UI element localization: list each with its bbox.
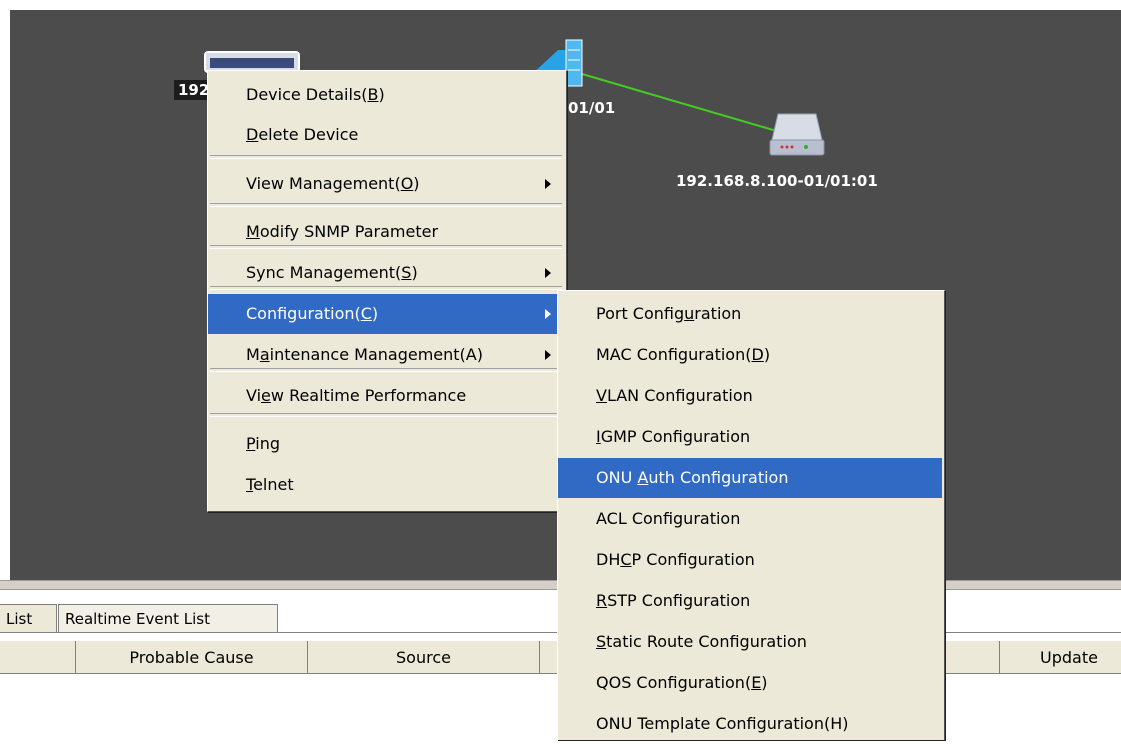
menu-item-label: Telnet — [246, 475, 294, 494]
device-label-onu: 192.168.8.100-01/01:01 — [676, 172, 878, 190]
menu-item-label: Device Details(B) — [246, 85, 385, 104]
submenu-item-igmp-configuration[interactable]: IGMP Configuration — [558, 417, 942, 457]
menu-separator — [210, 368, 562, 372]
column-header-source[interactable]: Source — [308, 641, 540, 674]
submenu-arrow-icon — [545, 350, 551, 360]
menu-item-telnet[interactable]: Telnet — [208, 465, 564, 505]
menu-item-label: DHCP Configuration — [596, 550, 755, 569]
tab-list[interactable]: List — [0, 604, 57, 632]
menu-item-label: Sync Management(S) — [246, 263, 418, 282]
menu-item-label: Static Route Configuration — [596, 632, 807, 651]
device-context-menu: Device Details(B) Delete Device View Manag… — [207, 70, 567, 512]
column-header[interactable] — [0, 641, 76, 674]
menu-separator — [210, 286, 562, 290]
menu-item-label: QOS Configuration(E) — [596, 673, 768, 692]
menu-item-label: ONU Auth Configuration — [596, 468, 789, 487]
menu-item-label: VLAN Configuration — [596, 386, 753, 405]
submenu-arrow-icon — [545, 268, 551, 278]
menu-item-label: Maintenance Management(A) — [246, 345, 483, 364]
menu-item-label: Ping — [246, 434, 281, 453]
submenu-item-onu-auth-configuration[interactable]: ONU Auth Configuration — [558, 458, 942, 498]
menu-item-label: View Realtime Performance — [246, 386, 467, 405]
menu-item-configuration[interactable]: Configuration(C) — [208, 294, 564, 334]
menu-item-label: Modify SNMP Parameter — [246, 222, 439, 241]
menu-item-label: Port Configuration — [596, 304, 742, 323]
menu-item-label: View Management(O) — [246, 174, 420, 193]
submenu-arrow-icon — [545, 179, 551, 189]
submenu-item-vlan-configuration[interactable]: VLAN Configuration — [558, 376, 942, 416]
column-header-update[interactable]: Update — [1000, 641, 1121, 674]
submenu-item-port-configuration[interactable]: Port Configuration — [558, 294, 942, 334]
menu-item-view-management[interactable]: View Management(O) — [208, 164, 564, 204]
menu-separator — [210, 203, 562, 207]
submenu-item-mac-configuration[interactable]: MAC Configuration(D) — [558, 335, 942, 375]
configuration-submenu: Port Configuration MAC Configuration(D) VL… — [557, 290, 945, 740]
menu-item-label: Delete Device — [246, 125, 359, 144]
submenu-item-dhcp-configuration[interactable]: DHCP Configuration — [558, 540, 942, 580]
menu-item-label: ONU Template Configuration(H) — [596, 714, 849, 733]
menu-separator — [210, 413, 562, 417]
tab-realtime-event-list[interactable]: Realtime Event List — [58, 604, 278, 632]
submenu-item-acl-configuration[interactable]: ACL Configuration — [558, 499, 942, 539]
menu-item-view-realtime-performance[interactable]: View Realtime Performance — [208, 376, 564, 416]
menu-item-label: ACL Configuration — [596, 509, 741, 528]
menu-item-label: IGMP Configuration — [596, 427, 751, 446]
menu-item-label: Configuration(C) — [246, 304, 379, 323]
submenu-item-static-route-configuration[interactable]: Static Route Configuration — [558, 622, 942, 662]
submenu-item-rstp-configuration[interactable]: RSTP Configuration — [558, 581, 942, 621]
menu-item-label: MAC Configuration(D) — [596, 345, 771, 364]
menu-item-label: RSTP Configuration — [596, 591, 751, 610]
menu-item-device-details[interactable]: Device Details(B) — [208, 75, 564, 115]
onu-device-icon[interactable] — [769, 113, 825, 156]
menu-item-delete-device[interactable]: Delete Device — [208, 115, 564, 155]
menu-item-ping[interactable]: Ping — [208, 424, 564, 464]
menu-separator — [210, 155, 562, 159]
olt-device-icon[interactable] — [204, 51, 300, 73]
menu-separator — [210, 245, 562, 249]
device-label-switch: 01/01 — [568, 99, 616, 117]
submenu-item-qos-configuration[interactable]: QOS Configuration(E) — [558, 663, 942, 703]
column-header-probable-cause[interactable]: Probable Cause — [76, 641, 308, 674]
submenu-item-onu-template-configuration[interactable]: ONU Template Configuration(H) — [558, 704, 942, 744]
submenu-arrow-icon — [545, 309, 551, 319]
